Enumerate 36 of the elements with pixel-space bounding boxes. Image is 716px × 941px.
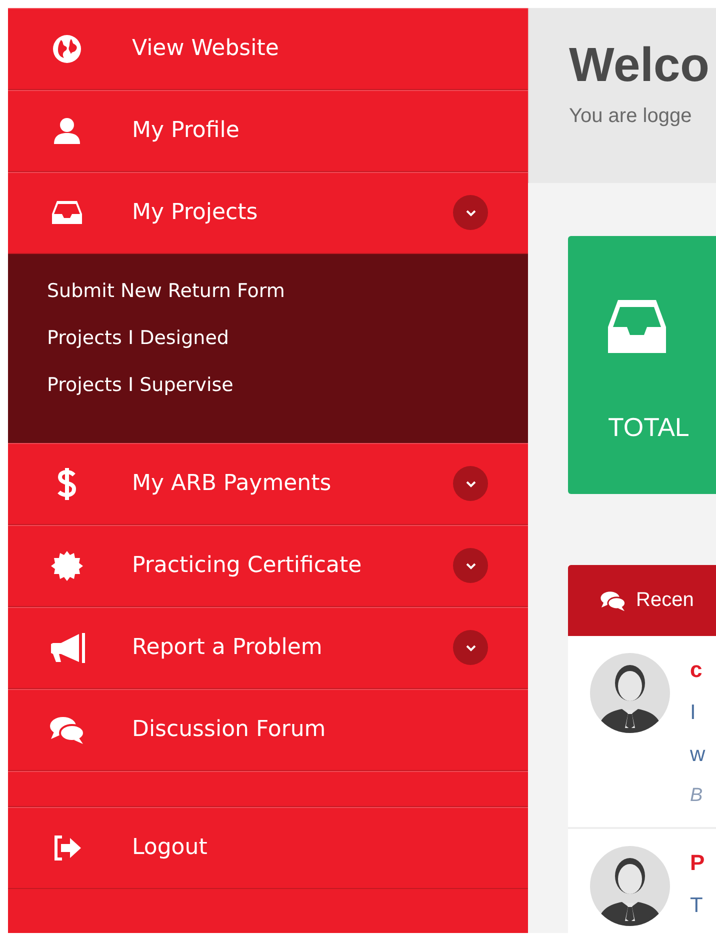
menu-item[interactable]: Practicing Certificate: [8, 525, 528, 607]
post-text: T: [690, 894, 704, 918]
chevron-icon[interactable]: [453, 630, 488, 665]
avatar-icon: [590, 653, 670, 733]
menu-item[interactable]: Report a Problem: [8, 607, 528, 689]
submenu-link[interactable]: Projects I Designed: [8, 315, 528, 362]
inbox-icon: [51, 200, 83, 226]
menu-item[interactable]: Discussion Forum: [8, 689, 528, 771]
badge-icon: [51, 550, 83, 582]
post-text: w: [690, 743, 706, 767]
post-title[interactable]: c: [690, 657, 706, 683]
chevron-icon[interactable]: [453, 466, 488, 501]
menu-item[interactable]: My ARB Payments: [8, 443, 528, 525]
page-title: Welco: [569, 38, 710, 94]
inbox-icon: [608, 299, 666, 355]
post-meta: B: [690, 785, 704, 807]
menu-item[interactable]: View Website: [8, 8, 528, 90]
chat-icon: [600, 590, 626, 612]
avatar-icon: [590, 846, 670, 926]
chevron-icon[interactable]: [453, 548, 488, 583]
chat-icon: [49, 714, 85, 744]
stat-label: TOTAL: [608, 412, 690, 443]
post-title[interactable]: P: [690, 850, 705, 876]
logout-icon: [52, 834, 82, 860]
submenu-link[interactable]: Projects I Supervise: [8, 362, 528, 409]
submenu-link[interactable]: Submit New Return Form: [8, 268, 528, 315]
dollar-icon: [56, 466, 78, 502]
menu-item[interactable]: My Profile: [8, 90, 528, 172]
chevron-icon[interactable]: [453, 195, 488, 230]
stat-card[interactable]: TOTAL: [568, 236, 716, 494]
user-icon: [53, 116, 81, 144]
page-subtitle: You are logge: [569, 105, 693, 128]
panel-title: Recen: [636, 589, 694, 612]
logout-item[interactable]: Logout: [8, 807, 528, 889]
globe-icon: [52, 34, 82, 64]
post-text: I: [690, 701, 697, 725]
